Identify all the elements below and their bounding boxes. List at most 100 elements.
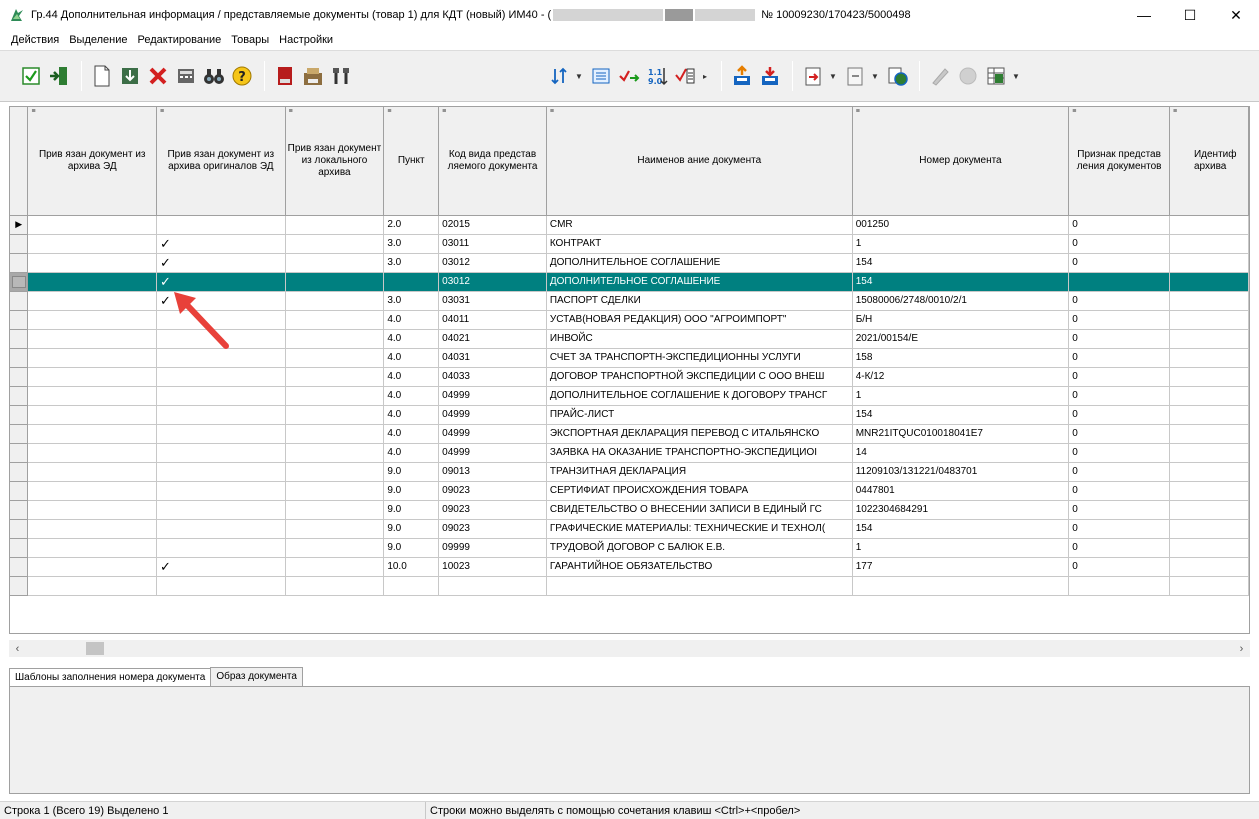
cell-doc-code[interactable]: 09023 (438, 500, 547, 520)
maximize-button[interactable]: ☐ (1167, 0, 1213, 30)
cell-doc-code[interactable]: 09013 (438, 462, 547, 482)
row-indicator[interactable] (10, 481, 29, 501)
cell-doc-code[interactable]: 04999 (438, 386, 547, 406)
cell-originals-archive[interactable] (156, 386, 286, 406)
cell-presentation-sign[interactable] (1068, 576, 1170, 596)
row-indicator[interactable] (10, 576, 29, 596)
tab-number-templates[interactable]: Шаблоны заполнения номера документа (9, 668, 212, 686)
cell-archive-id[interactable] (1169, 386, 1249, 406)
cell-doc-code[interactable]: 03031 (438, 291, 547, 311)
cell-ed-archive[interactable] (27, 272, 157, 292)
cell-doc-number[interactable]: 154 (852, 519, 1070, 539)
scroll-right-icon[interactable]: › (1233, 640, 1250, 657)
cell-archive-id[interactable] (1169, 481, 1249, 501)
cell-local-archive[interactable] (285, 348, 385, 368)
cell-presentation-sign[interactable]: 0 (1068, 405, 1170, 425)
cell-originals-archive[interactable] (156, 405, 286, 425)
signature-disabled-icon[interactable] (927, 63, 953, 89)
close-button[interactable]: ✕ (1213, 0, 1259, 30)
help-icon[interactable]: ? (229, 63, 255, 89)
cell-originals-archive[interactable] (156, 462, 286, 482)
cell-presentation-sign[interactable]: 0 (1068, 234, 1170, 254)
cell-ed-archive[interactable] (27, 291, 157, 311)
cell-doc-name[interactable] (546, 576, 853, 596)
cell-doc-number[interactable]: Б/Н (852, 310, 1070, 330)
cell-originals-archive[interactable]: ✓ (156, 234, 286, 254)
cell-presentation-sign[interactable]: 0 (1068, 367, 1170, 387)
row-indicator[interactable] (10, 500, 29, 520)
binoculars-search-icon[interactable] (201, 63, 227, 89)
cell-local-archive[interactable] (285, 462, 385, 482)
table-row[interactable]: ▶ 2.0 02015 CMR 001250 0 (10, 215, 1249, 235)
cell-doc-number[interactable]: 001250 (852, 215, 1070, 235)
cell-originals-archive[interactable]: ✓ (156, 272, 286, 292)
cell-punkt[interactable]: 4.0 (383, 348, 440, 368)
cell-punkt[interactable] (383, 576, 440, 596)
cell-doc-number[interactable]: 154 (852, 253, 1070, 273)
cell-originals-archive[interactable] (156, 310, 286, 330)
cell-doc-code[interactable]: 10023 (438, 557, 547, 577)
row-indicator[interactable] (10, 443, 29, 463)
delete-icon[interactable] (145, 63, 171, 89)
cell-ed-archive[interactable] (27, 348, 157, 368)
calculator-icon[interactable] (173, 63, 199, 89)
row-indicator[interactable] (10, 538, 29, 558)
cell-doc-name[interactable]: ДОГОВОР ТРАНСПОРТНОЙ ЭКСПЕДИЦИИ С ООО ВН… (546, 367, 853, 387)
cell-local-archive[interactable] (285, 519, 385, 539)
cell-ed-archive[interactable] (27, 500, 157, 520)
cell-presentation-sign[interactable]: 0 (1068, 519, 1170, 539)
row-indicator[interactable] (10, 462, 29, 482)
red-book-icon[interactable] (272, 63, 298, 89)
table-row[interactable]: ✓ 3.0 03011 КОНТРАКТ 1 0 (10, 234, 1249, 254)
table-row[interactable]: ✓ 03012 ДОПОЛНИТЕЛЬНОЕ СОГЛАШЕНИЕ 154 (10, 272, 1249, 292)
cell-doc-number[interactable]: 4-К/12 (852, 367, 1070, 387)
cell-doc-code[interactable]: 04033 (438, 367, 547, 387)
globe-doc-icon[interactable] (884, 63, 910, 89)
table-settings-icon[interactable] (983, 63, 1009, 89)
cell-archive-id[interactable] (1169, 500, 1249, 520)
cell-local-archive[interactable] (285, 367, 385, 387)
row-indicator[interactable] (10, 557, 29, 577)
cell-doc-name[interactable]: СЕРТИФИАТ ПРОИСХОЖДЕНИЯ ТОВАРА (546, 481, 853, 501)
menu-selection[interactable]: Выделение (64, 34, 132, 46)
import-down-icon[interactable] (117, 63, 143, 89)
cell-originals-archive[interactable]: ✓ (156, 291, 286, 311)
cell-originals-archive[interactable] (156, 538, 286, 558)
row-indicator[interactable] (10, 234, 29, 254)
table-row[interactable]: 4.0 04011 УСТАВ(НОВАЯ РЕДАКЦИЯ) ООО "АГРОИ… (10, 310, 1249, 330)
cell-doc-code[interactable]: 09023 (438, 519, 547, 539)
cell-doc-number[interactable]: 154 (852, 405, 1070, 425)
column-header-doc-number[interactable]: ≡ Номер документа (852, 107, 1070, 216)
column-header-local-archive[interactable]: ≡ Прив язан документ из локального архива (285, 107, 385, 216)
cell-punkt[interactable]: 4.0 (383, 310, 440, 330)
cell-ed-archive[interactable] (27, 443, 157, 463)
check-arrow-icon[interactable] (616, 63, 642, 89)
cell-doc-name[interactable]: ГАРАНТИЙНОЕ ОБЯЗАТЕЛЬСТВО (546, 557, 853, 577)
cell-archive-id[interactable] (1169, 291, 1249, 311)
cell-presentation-sign[interactable]: 0 (1068, 481, 1170, 501)
cell-presentation-sign[interactable]: 0 (1068, 386, 1170, 406)
cell-doc-name[interactable]: УСТАВ(НОВАЯ РЕДАКЦИЯ) ООО "АГРОИМПОРТ" (546, 310, 853, 330)
check-list-icon[interactable] (672, 63, 698, 89)
table-row[interactable]: 9.0 09023 СЕРТИФИАТ ПРОИСХОЖДЕНИЯ ТОВАРА 04… (10, 481, 1249, 501)
cell-presentation-sign[interactable]: 0 (1068, 424, 1170, 444)
table-row[interactable]: ✓ 3.0 03031 ПАСПОРТ СДЕЛКИ 15080006/2748/001… (10, 291, 1249, 311)
cell-doc-name[interactable]: ДОПОЛНИТЕЛЬНОЕ СОГЛАШЕНИЕ (546, 253, 853, 273)
cell-local-archive[interactable] (285, 386, 385, 406)
cell-doc-name[interactable]: ИНВОЙС (546, 329, 853, 349)
row-indicator[interactable] (10, 329, 29, 349)
exit-door-icon[interactable] (46, 63, 72, 89)
cell-originals-archive[interactable] (156, 443, 286, 463)
cell-doc-number[interactable]: 1 (852, 386, 1070, 406)
cell-presentation-sign[interactable]: 0 (1068, 348, 1170, 368)
cell-doc-number[interactable] (852, 576, 1070, 596)
cell-archive-id[interactable] (1169, 310, 1249, 330)
cell-local-archive[interactable] (285, 424, 385, 444)
menu-goods[interactable]: Товары (226, 34, 274, 46)
cell-doc-code[interactable]: 04999 (438, 405, 547, 425)
cell-originals-archive[interactable] (156, 215, 286, 235)
cell-doc-number[interactable]: 1022304684291 (852, 500, 1070, 520)
cell-doc-code[interactable]: 04011 (438, 310, 547, 330)
cell-archive-id[interactable] (1169, 557, 1249, 577)
documents-grid[interactable]: ≡ Прив язан документ из архива ЭД ≡ Прив я… (9, 106, 1250, 634)
